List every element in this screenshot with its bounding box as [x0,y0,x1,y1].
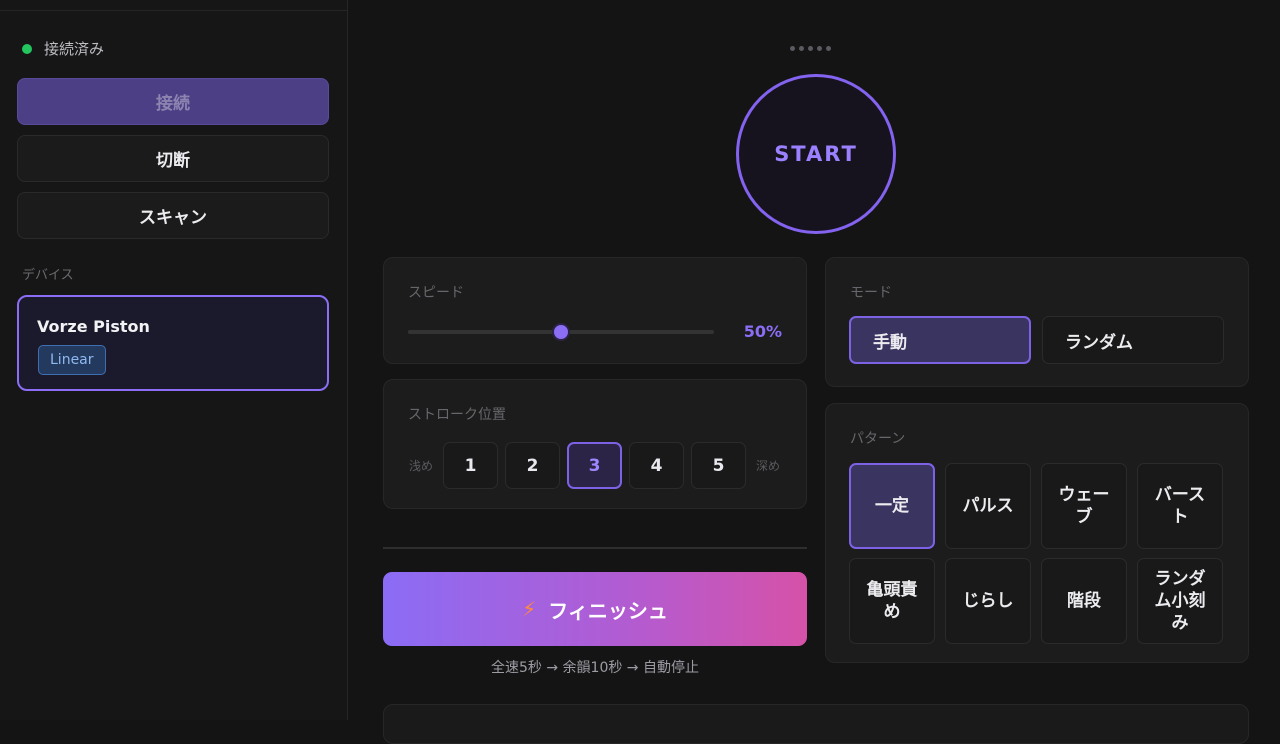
pattern-button[interactable]: パルス [945,463,1031,549]
pattern-button[interactable]: じらし [945,558,1031,644]
dot-icon [817,46,822,51]
speed-panel: スピード 50% [383,257,807,364]
devices-section-label: デバイス [22,268,74,283]
mode-random-button[interactable]: ランダム [1042,316,1224,364]
drag-handle-icon[interactable] [790,46,831,51]
stroke-shallow-label: 浅め [409,459,434,473]
speed-slider-thumb[interactable] [552,323,570,341]
device-type-badge: Linear [38,345,106,375]
speed-value: 50% [743,322,782,341]
pattern-button[interactable]: 亀頭責め [849,558,935,644]
disconnect-button[interactable]: 切断 [17,135,329,182]
device-card[interactable]: Vorze Piston Linear [17,295,329,391]
stroke-selector: 浅め 1 2 3 4 5 深め [406,442,783,489]
stroke-position-button[interactable]: 2 [505,442,561,489]
stroke-position-button[interactable]: 4 [629,442,685,489]
divider [383,547,807,549]
speed-label: スピード [408,285,464,301]
bottom-panel [383,704,1249,744]
pattern-button[interactable]: 一定 [849,463,935,549]
stroke-position-button[interactable]: 5 [691,442,747,489]
lightning-icon: ⚡ [522,597,537,621]
dot-icon [799,46,804,51]
dot-icon [808,46,813,51]
dot-icon [790,46,795,51]
stroke-label: ストローク位置 [408,407,506,423]
pattern-button[interactable]: ランダム小刻み [1137,558,1223,644]
stroke-deep-label: 深め [756,459,781,473]
finish-button[interactable]: ⚡ フィニッシュ [383,572,807,646]
stroke-position-button[interactable]: 3 [567,442,623,489]
status-label: 接続済み [44,40,105,58]
status-dot-icon [22,43,32,54]
pattern-label: パターン [850,431,906,447]
finish-description: 全速5秒 → 余韻10秒 → 自動停止 [491,660,699,676]
connect-button[interactable]: 接続 [17,78,329,125]
device-name: Vorze Piston [37,317,150,336]
connection-status: 接続済み [22,38,104,59]
pattern-button[interactable]: ウェーブ [1041,463,1127,549]
speed-slider-fill [408,330,561,334]
mode-label: モード [850,285,892,301]
start-button[interactable]: START [736,74,896,234]
speed-slider[interactable] [408,323,714,341]
pattern-button[interactable]: バースト [1137,463,1223,549]
pattern-button[interactable]: 階段 [1041,558,1127,644]
stroke-panel: ストローク位置 浅め 1 2 3 4 5 深め [383,379,807,509]
pattern-grid: 一定 パルス ウェーブ バースト 亀頭責め じらし 階段 ランダム小刻み [849,463,1223,644]
divider [0,10,347,11]
finish-label: フィニッシュ [548,598,668,623]
scan-button[interactable]: スキャン [17,192,329,239]
dot-icon [826,46,831,51]
mode-manual-button[interactable]: 手動 [849,316,1031,364]
stroke-position-button[interactable]: 1 [443,442,499,489]
sidebar: 接続済み 接続 切断 スキャン デバイス Vorze Piston Linear [0,0,348,720]
